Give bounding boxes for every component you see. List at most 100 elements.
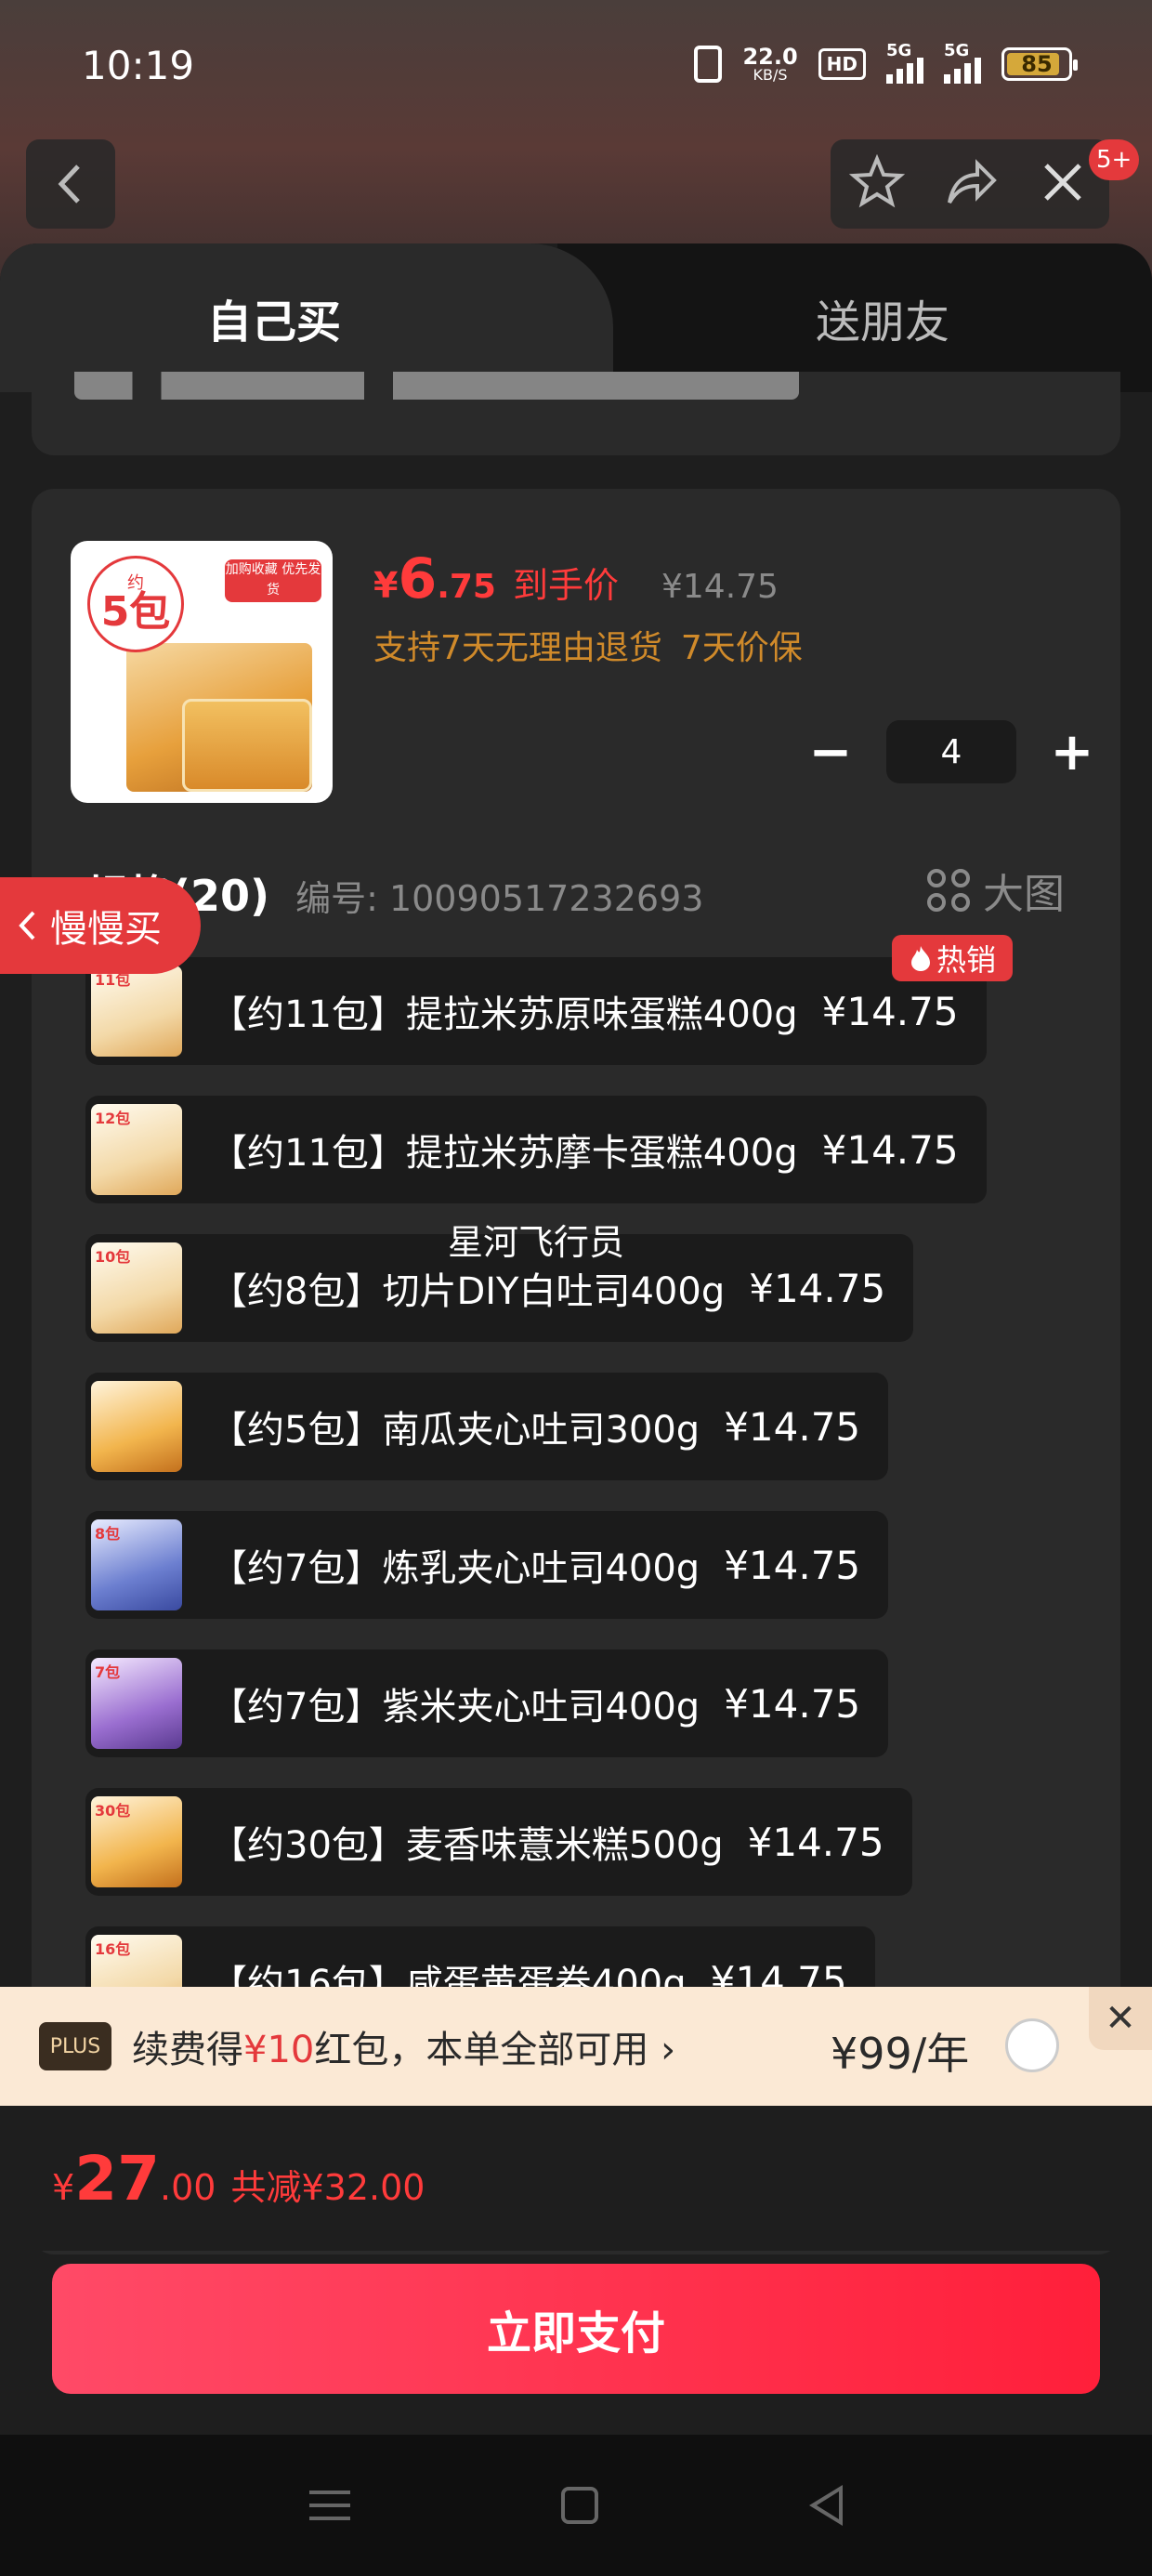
chevron-left-icon <box>58 164 80 204</box>
spec-list: 11包 【约11包】提拉米苏原味蛋糕400g ¥14.75 12包 【约11包】… <box>85 957 1070 2065</box>
quantity-minus-button[interactable]: − <box>793 719 868 784</box>
watermark-text: 星河飞行员 <box>448 1222 625 1263</box>
signal-icon-sim1: 5G <box>886 41 923 84</box>
total-integer: 27 <box>74 2143 161 2215</box>
menu-icon[interactable] <box>309 2491 351 2520</box>
close-icon[interactable] <box>1035 154 1091 214</box>
plus-text-prefix: 续费得 <box>132 2029 243 2071</box>
spec-thumbnail: 8包 <box>91 1519 182 1610</box>
spec-thumbnail: 7包 <box>91 1658 182 1749</box>
status-time: 10:19 <box>82 43 195 88</box>
hd-voice-icon: HD <box>818 48 866 80</box>
slow-buy-label: 慢慢买 <box>50 908 162 951</box>
spec-label: 【约5包】南瓜夹心吐司300g <box>210 1409 700 1452</box>
spec-thumbnail: 11包 <box>91 966 182 1057</box>
price-symbol: ¥ <box>373 565 399 606</box>
back-button[interactable] <box>26 139 115 229</box>
price-integer: 6 <box>398 546 438 611</box>
network-speed: 22.0 KB/S <box>742 46 797 83</box>
status-icons: 22.0 KB/S HD 5G 5G 85 <box>694 41 1078 84</box>
plus-price: ¥99/年 <box>831 2029 970 2079</box>
spec-price: ¥14.75 <box>724 1542 861 1588</box>
plus-select-radio[interactable] <box>1005 2018 1059 2072</box>
pay-now-button[interactable]: 立即支付 <box>52 2264 1100 2394</box>
big-image-label: 大图 <box>983 871 1065 918</box>
spec-thumbnail <box>91 1381 182 1472</box>
spec-thumbnail: 10包 <box>91 1242 182 1334</box>
battery-icon: 85 <box>1001 47 1078 81</box>
spec-label: 【约8包】切片DIY白吐司400g <box>210 1270 726 1313</box>
price-label: 到手价 <box>512 565 619 606</box>
spec-option[interactable]: 8包 【约7包】炼乳夹心吐司400g ¥14.75 <box>85 1511 889 1619</box>
tab-buy-self[interactable]: 自己买 <box>0 243 613 392</box>
plus-badge: PLUS <box>39 2022 111 2070</box>
vibrate-icon <box>694 46 723 83</box>
spec-thumbnail: 30包 <box>91 1796 182 1887</box>
plus-close-button[interactable]: ✕ <box>1089 1987 1152 2050</box>
big-image-toggle[interactable]: 大图 <box>927 861 1065 920</box>
network-speed-unit: KB/S <box>753 66 788 84</box>
total-discount: 共减¥32.00 <box>230 2167 425 2208</box>
spec-label: 【约11包】提拉米苏原味蛋糕400g <box>210 993 798 1036</box>
favorite-star-icon[interactable] <box>848 153 906 214</box>
plus-text-amount: ¥10 <box>243 2029 315 2071</box>
address-card[interactable] <box>32 372 1120 455</box>
price-line: ¥6 .75 到手价 ¥14.75 <box>373 546 779 611</box>
signal-label-sim2: 5G <box>944 41 970 60</box>
product-code: 编号: 10090517232693 <box>295 878 704 919</box>
chevron-left-icon <box>19 911 35 940</box>
spec-option[interactable]: 【约5包】南瓜夹心吐司300g ¥14.75 <box>85 1373 889 1480</box>
spec-thumb-count: 10包 <box>95 1248 131 1266</box>
network-speed-value: 22.0 <box>742 44 798 70</box>
signal-icon-sim2: 5G <box>944 41 981 84</box>
address-text-cut <box>74 372 799 400</box>
plus-promo-text: 续费得¥10红包，本单全部可用 › <box>132 2019 675 2073</box>
battery-level: 85 <box>1021 51 1053 77</box>
spec-label: 【约7包】炼乳夹心吐司400g <box>210 1547 700 1590</box>
system-nav-bar <box>0 2435 1152 2576</box>
spec-option[interactable]: 7包 【约7包】紫米夹心吐司400g ¥14.75 <box>85 1649 889 1757</box>
spec-option[interactable]: 11包 【约11包】提拉米苏原味蛋糕400g ¥14.75 <box>85 957 987 1065</box>
top-action-group <box>831 139 1109 229</box>
close-icon: ✕ <box>1105 1997 1136 2040</box>
spec-thumb-count: 8包 <box>95 1525 121 1543</box>
spec-label: 【约11包】提拉米苏摩卡蛋糕400g <box>210 1132 798 1175</box>
home-icon[interactable] <box>560 2487 598 2524</box>
spec-label: 【约30包】麦香味薏米糕500g <box>210 1824 724 1867</box>
plus-promo-bar[interactable]: PLUS 续费得¥10红包，本单全部可用 › ¥99/年 ✕ <box>0 1987 1152 2106</box>
original-price: ¥14.75 <box>661 568 779 606</box>
notification-badge: 5+ <box>1089 139 1140 180</box>
price-protection: 7天价保 <box>680 629 803 667</box>
status-bar: 10:19 22.0 KB/S HD 5G 5G 85 <box>0 0 1152 130</box>
product-toast-art <box>182 699 312 792</box>
spec-option[interactable]: 12包 【约11包】提拉米苏摩卡蛋糕400g ¥14.75 <box>85 1096 987 1203</box>
product-image[interactable]: 约 5包 加购收藏 优先发货 <box>71 541 333 803</box>
total-price: ¥ 27 .00 共减¥32.00 <box>52 2143 425 2215</box>
spec-option[interactable]: 30包 【约30包】麦香味薏米糕500g ¥14.75 <box>85 1788 912 1896</box>
product-image-tag: 加购收藏 优先发货 <box>225 559 321 602</box>
spec-price: ¥14.75 <box>724 1680 861 1727</box>
quantity-value[interactable]: 4 <box>886 720 1016 783</box>
hot-sale-badge: 热销 <box>892 935 1013 981</box>
signal-label-sim1: 5G <box>886 41 912 60</box>
spec-thumb-count: 30包 <box>95 1802 131 1820</box>
share-icon[interactable] <box>942 154 998 214</box>
tab-send-friend[interactable]: 送朋友 <box>557 243 1152 392</box>
spec-price: ¥14.75 <box>821 988 959 1034</box>
spec-price: ¥14.75 <box>821 1126 959 1173</box>
back-triangle-icon[interactable] <box>808 2485 843 2526</box>
total-decimal: .00 <box>160 2167 216 2208</box>
spec-label: 【约7包】紫米夹心吐司400g <box>210 1686 700 1728</box>
flame-icon <box>910 946 930 971</box>
quantity-plus-button[interactable]: + <box>1035 719 1109 784</box>
spec-thumb-count: 12包 <box>95 1110 131 1127</box>
spec-price: ¥14.75 <box>749 1265 886 1311</box>
pack-count-value: 5包 <box>100 588 171 636</box>
return-policy: 支持7天无理由退货 <box>373 629 662 667</box>
hot-sale-label: 热销 <box>936 942 996 978</box>
spec-thumb-count: 7包 <box>95 1663 121 1681</box>
spec-price: ¥14.75 <box>724 1403 861 1450</box>
purchase-tabs: 送朋友 自己买 <box>0 243 1152 392</box>
grid-icon <box>927 869 970 912</box>
slow-buy-button[interactable]: 慢慢买 <box>0 877 201 974</box>
